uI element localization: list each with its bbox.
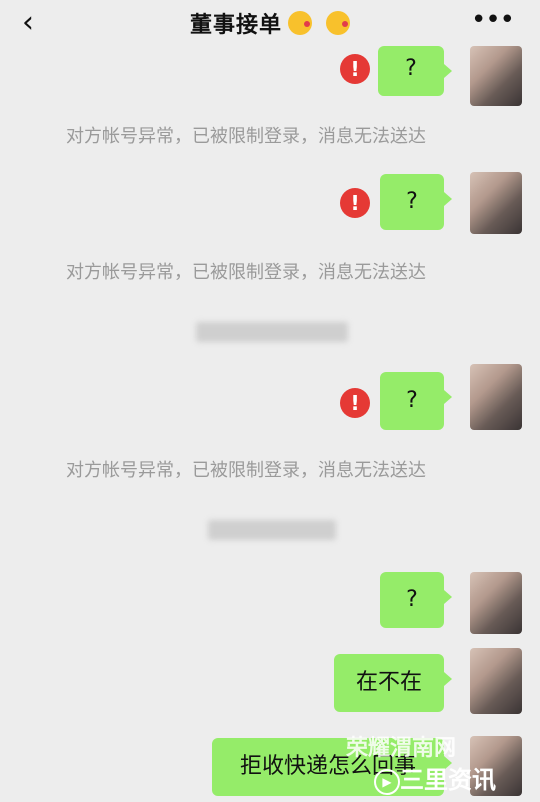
system-notice: 对方帐号异常，已被限制登录，消息无法送达 xyxy=(66,460,426,481)
chat-header: ‹ 董事接单 ••• xyxy=(0,0,540,46)
avatar[interactable] xyxy=(470,364,522,430)
message-bubble[interactable]: ? xyxy=(378,46,452,96)
system-notice: 对方帐号异常，已被限制登录，消息无法送达 xyxy=(66,262,426,283)
error-icon[interactable]: ! xyxy=(340,388,370,418)
watermark-secondary: ▶ 三里资讯 xyxy=(374,760,496,795)
blurred-timestamp xyxy=(208,520,336,540)
watermark-main: 荣耀渭南网 xyxy=(346,736,457,761)
message-row: 在不在 xyxy=(0,648,540,714)
chat-title: 董事接单 xyxy=(0,7,540,39)
message-row: ! ? xyxy=(0,46,540,106)
system-notice: 对方帐号异常，已被限制登录，消息无法送达 xyxy=(66,126,426,147)
kiss-emoji-icon xyxy=(288,11,312,35)
message-row: ! ? xyxy=(0,172,540,234)
message-bubble[interactable]: 在不在 xyxy=(334,654,452,712)
message-row: ? xyxy=(0,572,540,634)
avatar[interactable] xyxy=(470,172,522,234)
play-icon: ▶ xyxy=(374,769,400,795)
blurred-timestamp xyxy=(196,322,348,342)
message-bubble[interactable]: ? xyxy=(380,572,452,628)
error-icon[interactable]: ! xyxy=(340,54,370,84)
more-icon[interactable]: ••• xyxy=(471,5,515,35)
avatar[interactable] xyxy=(470,572,522,634)
avatar[interactable] xyxy=(470,46,522,106)
avatar[interactable] xyxy=(470,648,522,714)
message-row: ! ? xyxy=(0,364,540,432)
message-bubble[interactable]: ? xyxy=(380,174,452,230)
error-icon[interactable]: ! xyxy=(340,188,370,218)
message-bubble[interactable]: ? xyxy=(380,372,452,430)
kiss-emoji-icon xyxy=(326,11,350,35)
